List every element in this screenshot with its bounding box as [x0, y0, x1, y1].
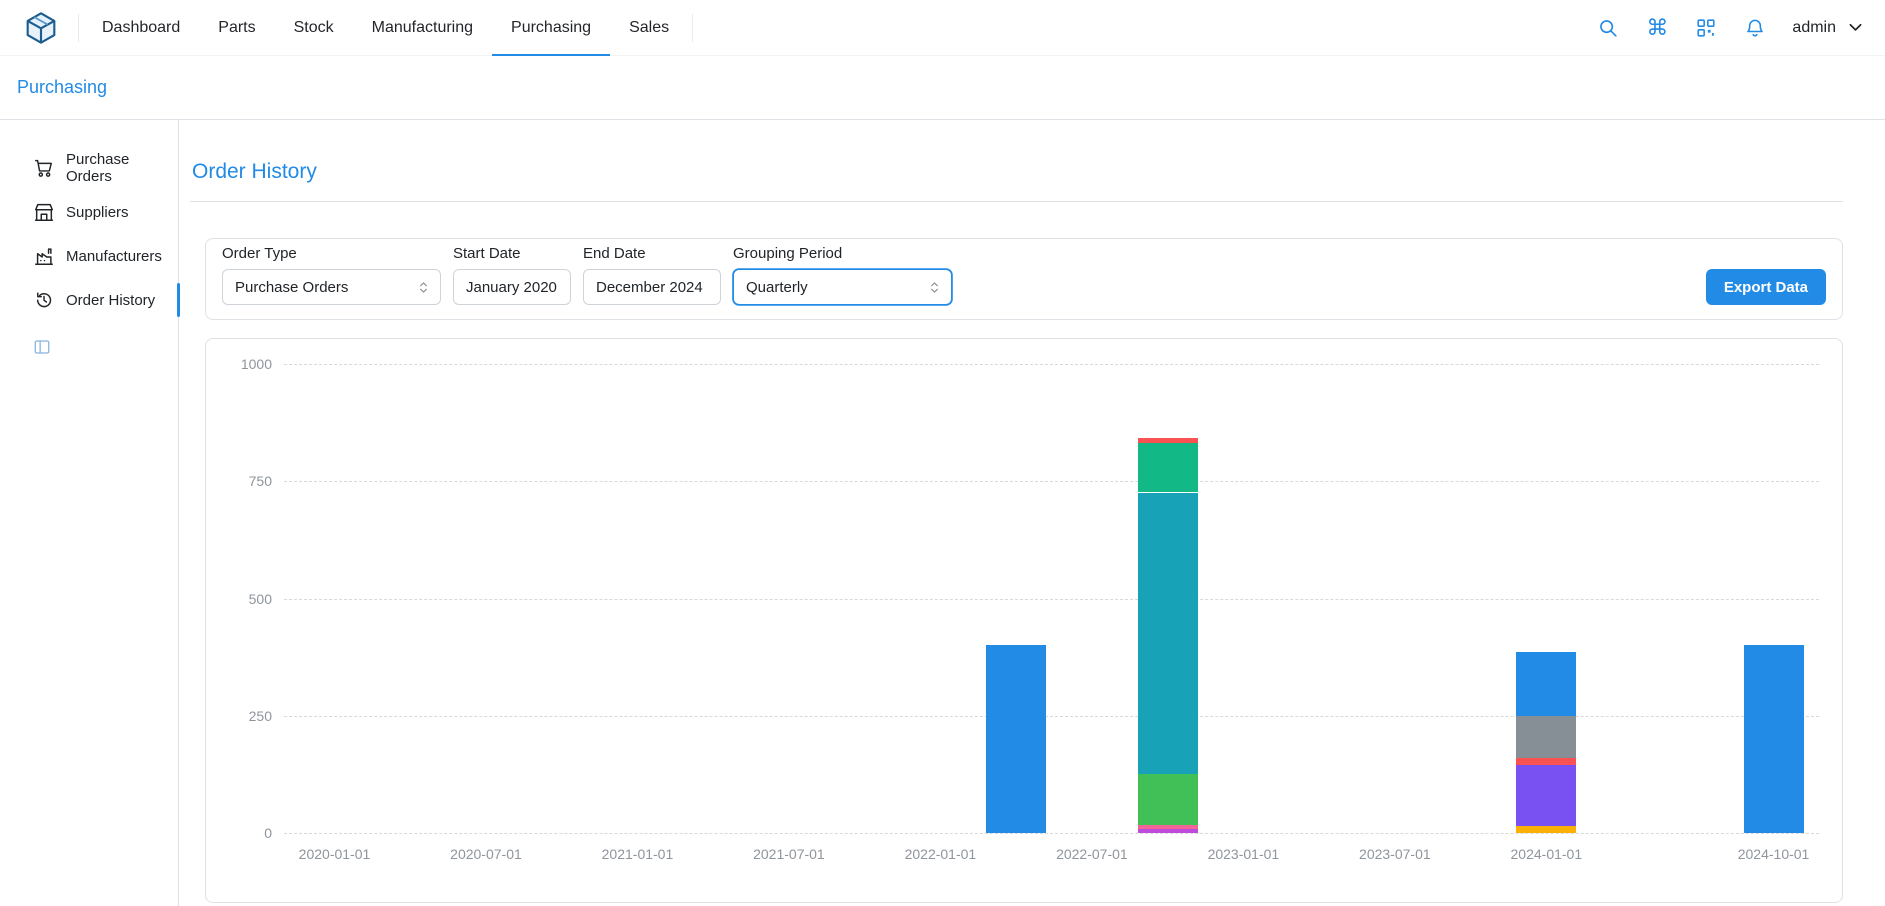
- bar-segment[interactable]: [1744, 645, 1804, 833]
- breadcrumb-purchasing-link[interactable]: Purchasing: [17, 77, 107, 98]
- y-gridline: [284, 599, 1819, 600]
- page-layout: Purchase Orders Suppliers Manufacturers …: [0, 120, 1885, 906]
- building-factory-icon: [33, 245, 55, 267]
- x-axis-tick-label: 2023-07-01: [1359, 846, 1431, 862]
- bar-segment[interactable]: [1516, 765, 1576, 826]
- start-date-input[interactable]: [453, 269, 571, 305]
- order-history-chart: 0 250 500 750 1000 2020-01-01 2020-07-01 2021-0…: [205, 338, 1843, 903]
- sidebar-item-label: Purchase Orders: [66, 151, 178, 185]
- start-date-group: Start Date: [453, 245, 571, 305]
- main-content: Order History Order Type Purchase Orders…: [179, 120, 1885, 906]
- y-axis-tick-label: 750: [206, 472, 272, 490]
- x-axis-tick-label: 2020-07-01: [450, 846, 522, 862]
- chart-plot: 0 250 500 750 1000 2020-01-01 2020-07-01 2021-0…: [206, 339, 1842, 902]
- bar-segment[interactable]: [1516, 826, 1576, 833]
- purchasing-sidebar: Purchase Orders Suppliers Manufacturers …: [0, 120, 179, 906]
- y-gridline: [284, 833, 1819, 834]
- y-gridline: [284, 716, 1819, 717]
- bar-segment[interactable]: [1516, 652, 1576, 715]
- chevron-down-icon: [1846, 18, 1865, 37]
- sidebar-item-suppliers[interactable]: Suppliers: [0, 190, 178, 234]
- tabs-left-divider: [78, 14, 79, 42]
- sidebar-item-label: Manufacturers: [66, 248, 162, 265]
- main-nav-tabs: Dashboard Parts Stock Manufacturing Purc…: [83, 0, 688, 56]
- bar-segment[interactable]: [1138, 438, 1198, 444]
- end-date-group: End Date: [583, 245, 721, 305]
- barcode-scan-icon[interactable]: [1694, 16, 1718, 40]
- end-date-input[interactable]: [583, 269, 721, 305]
- sidebar-item-label: Suppliers: [66, 204, 129, 221]
- sidebar-collapse-icon[interactable]: [33, 338, 51, 356]
- page-title: Order History: [192, 160, 1843, 184]
- grouping-period-select[interactable]: Quarterly: [733, 269, 952, 305]
- bar-segment[interactable]: [1138, 829, 1198, 833]
- sidebar-item-label: Order History: [66, 292, 155, 309]
- top-navbar: Dashboard Parts Stock Manufacturing Purc…: [0, 0, 1885, 56]
- x-axis-tick-label: 2021-01-01: [602, 846, 674, 862]
- selector-updown-icon: [926, 279, 943, 296]
- tab-sales[interactable]: Sales: [610, 0, 688, 56]
- x-axis-tick-label: 2024-01-01: [1511, 846, 1583, 862]
- tab-manufacturing[interactable]: Manufacturing: [353, 0, 492, 56]
- x-axis-tick-label: 2022-01-01: [905, 846, 977, 862]
- search-icon[interactable]: [1596, 16, 1620, 40]
- tab-purchasing[interactable]: Purchasing: [492, 0, 610, 56]
- x-axis-tick-label: 2021-07-01: [753, 846, 825, 862]
- grouping-period-label: Grouping Period: [733, 245, 952, 262]
- user-menu[interactable]: admin: [1792, 18, 1865, 37]
- username-label: admin: [1792, 19, 1836, 37]
- y-axis-tick-label: 250: [206, 707, 272, 725]
- grouping-period-value: Quarterly: [746, 279, 808, 296]
- x-axis-tick-label: 2020-01-01: [299, 846, 371, 862]
- y-gridline: [284, 364, 1819, 365]
- breadcrumb: Purchasing: [0, 56, 1885, 120]
- bar-segment[interactable]: [1516, 716, 1576, 758]
- tab-parts[interactable]: Parts: [199, 0, 274, 56]
- shopping-cart-icon: [33, 157, 55, 179]
- start-date-label: Start Date: [453, 245, 571, 262]
- history-icon: [33, 289, 55, 311]
- order-type-value: Purchase Orders: [235, 279, 348, 296]
- notifications-bell-icon[interactable]: [1743, 16, 1767, 40]
- navbar-actions: ⌘ admin: [1596, 16, 1865, 40]
- bar-segment[interactable]: [1138, 443, 1198, 492]
- sidebar-item-manufacturers[interactable]: Manufacturers: [0, 234, 178, 278]
- tabs-right-divider: [692, 14, 693, 42]
- selector-updown-icon: [415, 279, 432, 296]
- x-axis-tick-label: 2022-07-01: [1056, 846, 1128, 862]
- export-data-button[interactable]: Export Data: [1706, 269, 1826, 305]
- bar-segment[interactable]: [986, 645, 1046, 833]
- tab-dashboard[interactable]: Dashboard: [83, 0, 199, 56]
- tab-stock[interactable]: Stock: [275, 0, 353, 56]
- y-gridline: [284, 481, 1819, 482]
- bar-segment[interactable]: [1138, 493, 1198, 774]
- app-logo-icon[interactable]: [24, 11, 58, 45]
- end-date-label: End Date: [583, 245, 721, 262]
- bar-segment[interactable]: [1516, 758, 1576, 765]
- sidebar-item-order-history[interactable]: Order History: [0, 278, 178, 322]
- y-axis-tick-label: 1000: [206, 355, 272, 373]
- order-type-select[interactable]: Purchase Orders: [222, 269, 441, 305]
- order-type-label: Order Type: [222, 245, 441, 262]
- grouping-period-group: Grouping Period Quarterly: [733, 245, 952, 305]
- x-axis-tick-label: 2024-10-01: [1738, 846, 1810, 862]
- bar-segment[interactable]: [1138, 774, 1198, 825]
- sidebar-item-purchase-orders[interactable]: Purchase Orders: [0, 146, 178, 190]
- command-palette-icon[interactable]: ⌘: [1645, 16, 1669, 40]
- x-axis-tick-label: 2023-01-01: [1208, 846, 1280, 862]
- filter-panel: Order Type Purchase Orders Start Date En…: [205, 238, 1843, 320]
- order-type-group: Order Type Purchase Orders: [222, 245, 441, 305]
- bar-segment[interactable]: [1138, 825, 1198, 830]
- building-store-icon: [33, 201, 55, 223]
- y-axis-tick-label: 0: [206, 824, 272, 842]
- y-axis-tick-label: 500: [206, 590, 272, 608]
- title-divider: [190, 201, 1843, 202]
